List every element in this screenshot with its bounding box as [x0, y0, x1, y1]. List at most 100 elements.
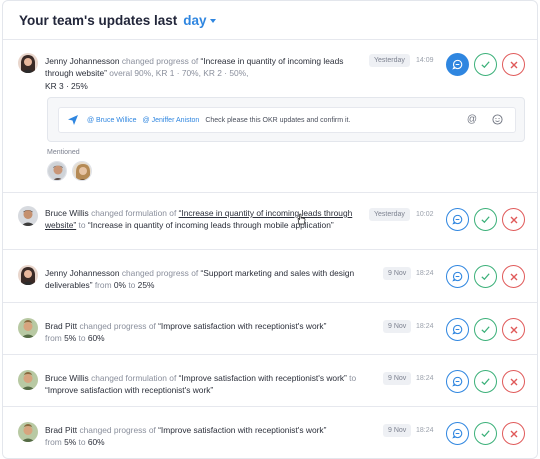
confirm-button[interactable] — [474, 208, 497, 231]
time-label: 14:09 — [416, 57, 434, 64]
close-icon — [510, 216, 517, 223]
user-name[interactable]: Jenny Johannesson — [45, 268, 120, 278]
hand-cursor-icon — [297, 213, 306, 225]
action-verb: changed formulation of — [91, 208, 177, 218]
to-label: to — [78, 333, 86, 344]
comment-button[interactable] — [446, 208, 469, 231]
close-icon — [510, 61, 517, 68]
mentioned-label: Mentioned — [47, 149, 80, 156]
confirm-button[interactable] — [474, 422, 497, 445]
check-icon — [481, 378, 490, 386]
okr-title[interactable]: “Improve satisfaction with receptionist'… — [158, 321, 326, 331]
user-name[interactable]: Brad Pitt — [45, 321, 77, 331]
send-icon[interactable] — [67, 114, 79, 126]
progress-details-2: KR 3 · 25% — [45, 80, 88, 91]
comment-icon — [452, 324, 463, 335]
period-value: day — [183, 12, 207, 28]
avatar — [18, 370, 38, 390]
progress-details: overal 90%, KR 1 · 70%, KR 2 · 50%, — [109, 68, 249, 79]
to-label: to — [78, 220, 86, 231]
page-title: Your team's updates last — [19, 12, 178, 28]
action-verb: changed progress of — [79, 321, 156, 331]
close-icon — [510, 273, 517, 280]
comment-icon — [452, 428, 463, 439]
update-row: Brad Pitt changed progress of “Improve s… — [3, 303, 537, 355]
okr-title-old[interactable]: “Improve satisfaction with receptionist'… — [179, 373, 347, 383]
comment-button[interactable] — [446, 370, 469, 393]
check-icon — [481, 430, 490, 438]
confirm-button[interactable] — [474, 318, 497, 341]
okr-title-new[interactable]: “Improve satisfaction with receptionist'… — [45, 385, 213, 395]
avatar — [18, 318, 38, 338]
reject-button[interactable] — [502, 208, 525, 231]
from-value: 0% — [113, 280, 126, 291]
avatar — [18, 206, 38, 226]
date-badge: 9 Nov — [383, 267, 412, 280]
updates-panel: Your team's updates last day Jenny Johan… — [2, 0, 538, 459]
close-icon — [510, 378, 517, 385]
comment-icon — [452, 214, 463, 225]
panel-header: Your team's updates last day — [3, 1, 537, 40]
comment-composer: @ Bruce Willice @ Jeniffer Aniston Check… — [47, 97, 525, 142]
confirm-button[interactable] — [474, 53, 497, 76]
user-name[interactable]: Bruce Willis — [45, 208, 89, 218]
user-name[interactable]: Jenny Johannesson — [45, 56, 120, 66]
check-icon — [481, 326, 490, 334]
date-badge: Yesterday — [369, 208, 410, 221]
confirm-button[interactable] — [474, 265, 497, 288]
confirm-button[interactable] — [474, 370, 497, 393]
action-verb: changed progress of — [121, 56, 199, 66]
to-label: to — [78, 437, 86, 448]
time-label: 18:24 — [416, 323, 434, 330]
reject-button[interactable] — [502, 422, 525, 445]
to-label: to — [349, 373, 357, 383]
update-text: Brad Pitt changed progress of “Improve s… — [45, 320, 365, 345]
date-badge: 9 Nov — [383, 424, 412, 437]
reject-button[interactable] — [502, 318, 525, 341]
to-value: 25% — [137, 280, 155, 291]
comment-button[interactable] — [446, 265, 469, 288]
user-name[interactable]: Brad Pitt — [45, 425, 77, 435]
check-icon — [481, 273, 490, 281]
to-label: to — [128, 280, 136, 291]
reject-button[interactable] — [502, 53, 525, 76]
comment-input[interactable]: @ Bruce Willice @ Jeniffer Aniston Check… — [58, 107, 516, 133]
update-row: Brad Pitt changed progress of “Improve s… — [3, 407, 537, 458]
action-verb: changed progress of — [121, 268, 199, 278]
reject-button[interactable] — [502, 370, 525, 393]
okr-title[interactable]: “Improve satisfaction with receptionist'… — [158, 425, 326, 435]
at-icon[interactable]: @ — [467, 114, 477, 125]
date-badge: 9 Nov — [383, 320, 412, 333]
avatar — [18, 265, 38, 285]
close-icon — [510, 326, 517, 333]
check-icon — [481, 216, 490, 224]
to-value: 60% — [87, 437, 105, 448]
comment-button[interactable] — [446, 318, 469, 341]
update-row: Jenny Johannesson changed progress of “S… — [3, 250, 537, 303]
from-label: from — [94, 280, 112, 291]
comment-button[interactable] — [446, 53, 469, 76]
update-row: Bruce Willis changed formulation of “Inc… — [3, 193, 537, 250]
comment-button[interactable] — [446, 422, 469, 445]
emoji-icon[interactable] — [492, 114, 503, 127]
comment-icon — [452, 59, 463, 70]
comment-text: Check please this OKR updates and confir… — [205, 116, 351, 124]
action-verb: changed formulation of — [91, 373, 177, 383]
mentioned-avatar[interactable] — [47, 161, 67, 181]
update-row: Bruce Willis changed formulation of “Imp… — [3, 355, 537, 407]
period-dropdown[interactable]: day — [183, 12, 216, 28]
avatar — [18, 422, 38, 442]
close-icon — [510, 430, 517, 437]
update-text: Jenny Johannesson changed progress of “S… — [45, 267, 365, 292]
mention-tag[interactable]: @ Jeniffer Aniston — [143, 117, 200, 124]
mention-tag[interactable]: @ Bruce Willice — [87, 117, 137, 124]
to-value: 60% — [87, 333, 105, 344]
update-text: Bruce Willis changed formulation of “Inc… — [45, 207, 365, 232]
reject-button[interactable] — [502, 265, 525, 288]
user-name[interactable]: Bruce Willis — [45, 373, 89, 383]
mentioned-avatar[interactable] — [72, 161, 92, 181]
avatar — [18, 53, 38, 73]
comment-icon — [452, 271, 463, 282]
from-value: 5% — [64, 437, 77, 448]
update-row: Jenny Johannesson changed progress of “I… — [3, 40, 537, 193]
